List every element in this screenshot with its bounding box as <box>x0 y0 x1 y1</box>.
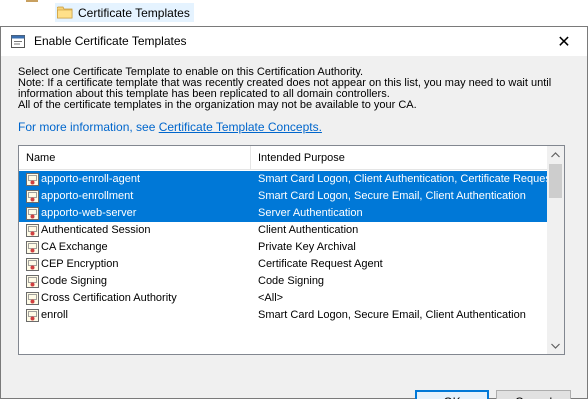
row-name: Code Signing <box>41 275 108 287</box>
row-intended-purpose: Server Authentication <box>258 207 363 219</box>
background-tree: Certificate Templates <box>0 0 588 26</box>
certificate-template-icon <box>26 275 39 288</box>
tree-connector <box>26 0 38 2</box>
row-intended-purpose: Client Authentication <box>258 224 359 236</box>
more-info-prefix: For more information, see <box>18 120 159 134</box>
column-header-intended-purpose[interactable]: Intended Purpose <box>251 146 549 170</box>
row-intended-purpose: <All> <box>258 292 284 304</box>
dialog-title: Enable Certificate Templates <box>34 34 187 48</box>
row-intended-purpose: Smart Card Logon, Secure Email, Client A… <box>258 309 526 321</box>
scroll-down-button[interactable] <box>547 337 564 354</box>
scroll-up-button[interactable] <box>547 146 564 163</box>
list-row[interactable]: Cross Certification Authority <All> <box>19 290 549 307</box>
certificate-template-concepts-link[interactable]: Certificate Template Concepts. <box>159 120 322 134</box>
list-header: Name Intended Purpose <box>19 146 549 170</box>
list-row[interactable]: apporto-enroll-agent Smart Card Logon, Cl… <box>19 171 549 188</box>
list-row[interactable]: apporto-enrollment Smart Card Logon, Secu… <box>19 188 549 205</box>
row-name: CA Exchange <box>41 241 108 253</box>
list-row[interactable]: Authenticated Session Client Authenticati… <box>19 222 549 239</box>
title-bar[interactable]: Enable Certificate Templates ✕ <box>1 27 587 56</box>
row-name: apporto-enroll-agent <box>41 173 141 185</box>
folder-icon <box>57 6 73 19</box>
vertical-scrollbar[interactable] <box>547 146 564 354</box>
certificate-template-icon <box>26 292 39 305</box>
tree-node-certificate-templates[interactable]: Certificate Templates <box>55 3 194 22</box>
ok-button[interactable]: OK <box>415 390 489 399</box>
row-name: Cross Certification Authority <box>41 292 177 304</box>
certificate-template-icon <box>26 258 39 271</box>
cancel-button[interactable]: Cancel <box>496 390 571 399</box>
certificate-window-icon <box>11 35 25 48</box>
description-line: All of the certificate templates in the … <box>18 99 417 111</box>
certificate-template-icon <box>26 173 39 186</box>
row-name: apporto-enrollment <box>41 190 134 202</box>
row-name: CEP Encryption <box>41 258 119 270</box>
list-row[interactable]: apporto-web-server Server Authentication <box>19 205 549 222</box>
row-name: Authenticated Session <box>41 224 151 236</box>
list-rows: apporto-enroll-agent Smart Card Logon, Cl… <box>19 171 549 324</box>
more-info: For more information, see Certificate Te… <box>18 120 322 134</box>
row-intended-purpose: Code Signing <box>258 275 325 287</box>
chevron-down-icon <box>551 343 560 349</box>
close-icon: ✕ <box>557 33 571 51</box>
tree-node-label: Certificate Templates <box>78 5 190 20</box>
column-header-name[interactable]: Name <box>19 146 251 170</box>
list-row[interactable]: CA Exchange Private Key Archival <box>19 239 549 256</box>
certificate-template-icon <box>26 224 39 237</box>
certificate-template-icon <box>26 241 39 254</box>
scrollbar-thumb[interactable] <box>549 164 562 198</box>
list-row[interactable]: enroll Smart Card Logon, Secure Email, Cl… <box>19 307 549 324</box>
close-button[interactable]: ✕ <box>541 27 587 56</box>
list-row[interactable]: Code Signing Code Signing <box>19 273 549 290</box>
list-row[interactable]: CEP Encryption Certificate Request Agent <box>19 256 549 273</box>
description: Select one Certificate Template to enabl… <box>18 67 578 111</box>
template-list[interactable]: Name Intended Purpose apporto-enroll-age… <box>18 145 565 355</box>
row-name: apporto-web-server <box>41 207 137 219</box>
enable-certificate-templates-dialog: Enable Certificate Templates ✕ Select on… <box>0 26 588 399</box>
row-intended-purpose: Smart Card Logon, Secure Email, Client A… <box>258 190 526 202</box>
row-intended-purpose: Private Key Archival <box>258 241 356 253</box>
certificate-template-icon <box>26 190 39 203</box>
certificate-template-icon <box>26 207 39 220</box>
chevron-up-icon <box>551 151 560 157</box>
row-intended-purpose: Smart Card Logon, Client Authentication,… <box>258 173 548 185</box>
certificate-template-icon <box>26 309 39 322</box>
row-intended-purpose: Certificate Request Agent <box>258 258 383 270</box>
row-name: enroll <box>41 309 68 321</box>
